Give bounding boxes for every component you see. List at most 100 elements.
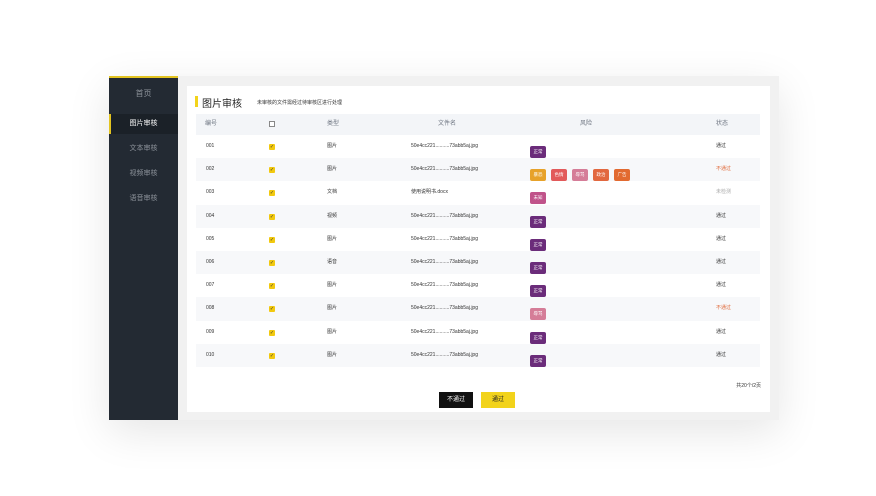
row-filename: 50e4cc221..........73abb5aj.jpg: [411, 328, 478, 335]
risk-tag: 暴恐: [530, 169, 546, 182]
sidebar: 首页 图片审核 文本审核 视频审核 语音审核: [109, 76, 178, 420]
row-filename: 使用说明书.docx: [411, 189, 448, 196]
column-header-filename: 文件名: [438, 121, 457, 127]
risk-tags: 正常: [530, 233, 551, 251]
review-panel: 图片审核 未审核的文件需经过待审核区进行处理 编号 类型 文件名 风险 状态 0…: [187, 86, 770, 412]
sidebar-item-audio-review[interactable]: 语音审核: [109, 189, 178, 209]
risk-tags: 正常: [530, 210, 551, 228]
row-id: 010: [206, 351, 215, 358]
risk-tag: 政治: [593, 169, 609, 182]
row-checkbox[interactable]: ✓: [269, 144, 275, 150]
row-filename: 50e4cc221..........73abb5aj.jpg: [411, 351, 478, 358]
pagination-info: 共20个/2页: [736, 383, 761, 389]
row-filename: 50e4cc221..........73abb5aj.jpg: [411, 305, 478, 312]
table-row[interactable]: 002 ✓ 图片 50e4cc221..........73abb5aj.jpg 暴恐色…: [196, 158, 760, 182]
row-checkbox[interactable]: ✓: [269, 190, 275, 197]
table-row[interactable]: 005 ✓ 图片 50e4cc221..........73abb5aj.jpg 正常 通…: [196, 228, 760, 251]
row-id: 006: [206, 258, 215, 265]
select-all-checkbox[interactable]: [269, 121, 275, 127]
row-checkbox[interactable]: ✓: [269, 283, 275, 290]
page-title: 图片审核: [202, 99, 242, 110]
row-checkbox[interactable]: ✓: [269, 352, 275, 359]
row-checkbox[interactable]: ✓: [269, 167, 275, 174]
table-row[interactable]: 008 ✓ 图片 50e4cc221..........73abb5aj.jpg 辱骂 不…: [196, 297, 760, 321]
row-type: 图片: [327, 282, 338, 289]
row-id: 008: [206, 305, 215, 312]
approve-button[interactable]: 通过: [481, 392, 515, 408]
row-checkbox[interactable]: ✓: [269, 329, 275, 336]
row-type: 图片: [327, 235, 338, 242]
risk-tag: 正常: [530, 331, 546, 344]
row-checkbox[interactable]: ✓: [269, 306, 275, 313]
risk-tag: 正常: [530, 146, 546, 158]
reject-button[interactable]: 不通过: [439, 392, 473, 408]
row-status: 不通过: [716, 166, 732, 173]
column-header-risk: 风险: [580, 121, 593, 127]
column-header-id: 编号: [205, 121, 218, 127]
table-row[interactable]: 003 ✓ 文档 使用说明书.docx 未知 未检测: [196, 181, 760, 205]
risk-tag: 未知: [530, 192, 546, 205]
row-type: 语音: [327, 258, 338, 265]
row-status: 未检测: [716, 189, 732, 196]
risk-tag: 正常: [530, 285, 546, 298]
row-id: 001: [206, 143, 215, 149]
column-header-status: 状态: [716, 121, 729, 127]
risk-tag: 正常: [530, 238, 546, 251]
row-type: 图片: [327, 305, 338, 312]
app-window: 首页 图片审核 文本审核 视频审核 语音审核 图片审核 未审核的文件需经过待审核…: [109, 76, 779, 420]
sidebar-home-link[interactable]: 首页: [109, 88, 178, 99]
row-status: 通过: [716, 235, 727, 242]
risk-tags: 暴恐 色情 辱骂 政治 广告: [530, 163, 635, 182]
row-filename: 50e4cc221..........73abb5aj.jpg: [411, 143, 478, 149]
risk-tag: 正常: [530, 354, 546, 367]
row-type: 视频: [327, 212, 338, 219]
row-id: 005: [206, 235, 215, 242]
risk-tags: 正常: [530, 256, 551, 274]
risk-tags: 正常: [530, 326, 551, 344]
row-filename: 50e4cc221..........73abb5aj.jpg: [411, 282, 478, 289]
table-row[interactable]: 006 ✓ 语音 50e4cc221..........73abb5aj.jpg 正常 通…: [196, 250, 760, 275]
row-filename: 50e4cc221..........73abb5aj.jpg: [411, 258, 478, 265]
row-status: 通过: [716, 212, 727, 219]
row-filename: 50e4cc221..........73abb5aj.jpg: [411, 166, 478, 173]
risk-tag: 色情: [551, 169, 567, 182]
row-type: 文档: [327, 189, 338, 196]
table-row[interactable]: 007 ✓ 图片 50e4cc221..........73abb5aj.jpg 正常 通…: [196, 274, 760, 298]
row-filename: 50e4cc221..........73abb5aj.jpg: [411, 212, 478, 219]
row-checkbox[interactable]: ✓: [269, 213, 275, 220]
row-checkbox[interactable]: ✓: [269, 236, 275, 243]
sidebar-item-video-review[interactable]: 视频审核: [109, 164, 178, 184]
risk-tags: 辱骂: [530, 302, 551, 321]
row-id: 009: [206, 328, 215, 335]
sidebar-item-image-review[interactable]: 图片审核: [109, 114, 178, 134]
row-status: 通过: [716, 328, 727, 335]
row-filename: 50e4cc221..........73abb5aj.jpg: [411, 235, 478, 242]
row-status: 通过: [716, 282, 727, 289]
table-row[interactable]: 001 ✓ 图片 50e4cc221..........73abb5aj.jpg 正常 通…: [196, 135, 760, 158]
row-status: 不通过: [716, 305, 732, 312]
row-status: 通过: [716, 258, 727, 265]
row-type: 图片: [327, 328, 338, 335]
review-table: 编号 类型 文件名 风险 状态 001 ✓ 图片 50e4cc221.........…: [196, 114, 760, 367]
row-type: 图片: [327, 143, 338, 149]
risk-tag: 辱骂: [572, 169, 588, 182]
risk-tags: 正常: [530, 349, 551, 367]
page-subtitle: 未审核的文件需经过待审核区进行处理: [257, 100, 343, 106]
risk-tags: 未知: [530, 186, 551, 205]
row-id: 003: [206, 189, 215, 196]
title-accent-bar: [195, 96, 198, 107]
row-status: 通过: [716, 351, 727, 358]
table-row[interactable]: 009 ✓ 图片 50e4cc221..........73abb5aj.jpg 正常 通…: [196, 321, 760, 344]
sidebar-item-text-review[interactable]: 文本审核: [109, 139, 178, 159]
table-row[interactable]: 010 ✓ 图片 50e4cc221..........73abb5aj.jpg 正常 通…: [196, 343, 760, 367]
risk-tag: 辱骂: [530, 308, 546, 321]
row-type: 图片: [327, 166, 338, 173]
row-status: 通过: [716, 143, 727, 149]
table-row[interactable]: 004 ✓ 视频 50e4cc221..........73abb5aj.jpg 正常 通…: [196, 204, 760, 228]
table-header: 编号 类型 文件名 风险 状态: [196, 114, 760, 135]
row-id: 004: [206, 212, 215, 219]
risk-tags: 正常: [530, 279, 551, 298]
row-type: 图片: [327, 351, 338, 358]
risk-tags: 正常: [530, 140, 551, 158]
row-checkbox[interactable]: ✓: [269, 259, 275, 266]
